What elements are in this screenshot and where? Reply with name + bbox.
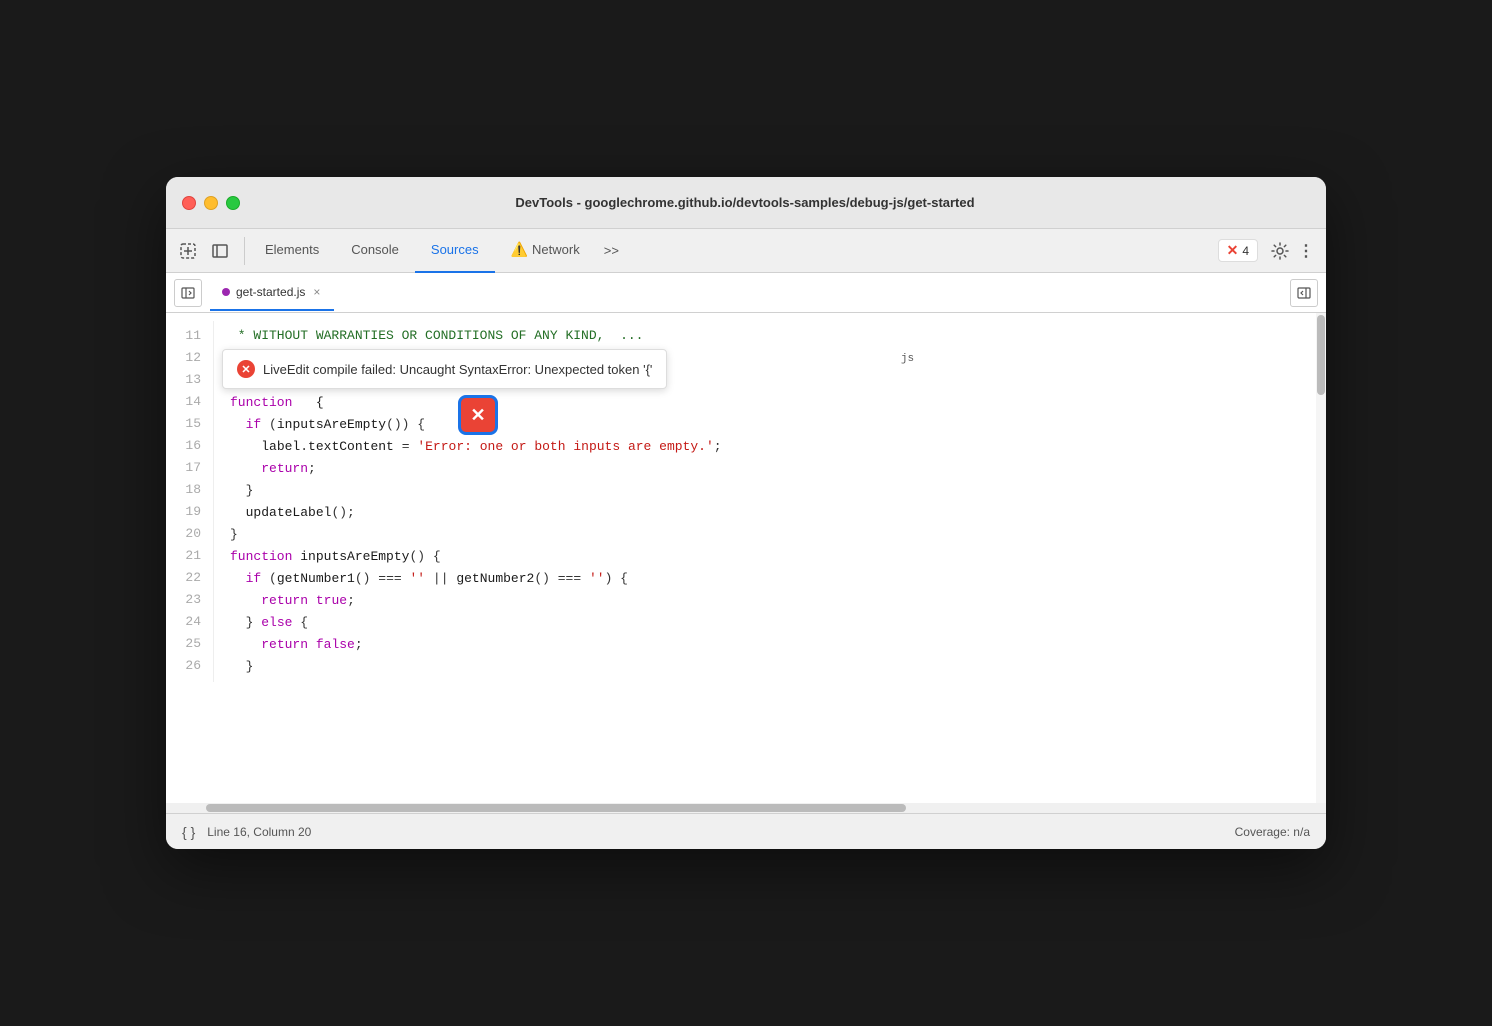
live-edit-error-button[interactable]: ✕ bbox=[458, 395, 498, 435]
tab-console[interactable]: Console bbox=[335, 229, 415, 273]
h-scrollbar-thumb[interactable] bbox=[206, 804, 906, 812]
error-x-icon: ✕ bbox=[1227, 242, 1239, 259]
red-x-symbol: ✕ bbox=[470, 406, 485, 424]
status-bar: { } Line 16, Column 20 Coverage: n/a bbox=[166, 813, 1326, 849]
error-tooltip: ✕ LiveEdit compile failed: Uncaught Synt… bbox=[222, 349, 667, 389]
code-line-18: } bbox=[230, 480, 1310, 502]
code-line-22: if (getNumber1() === '' || getNumber2() … bbox=[230, 568, 1310, 590]
code-line-20: } bbox=[230, 524, 1310, 546]
code-line-23: return true; bbox=[230, 590, 1310, 612]
pretty-print-button[interactable]: { } bbox=[182, 824, 195, 840]
cursor-icon[interactable] bbox=[174, 237, 202, 265]
settings-button[interactable] bbox=[1266, 237, 1294, 265]
code-line-24: } else { bbox=[230, 612, 1310, 634]
devtools-window: DevTools - googlechrome.github.io/devtoo… bbox=[166, 177, 1326, 849]
toolbar-icons bbox=[174, 237, 245, 265]
devtools-tab-bar: Elements Console Sources ⚠️ Network >> ✕… bbox=[166, 229, 1326, 273]
file-tab-name: get-started.js bbox=[236, 285, 305, 299]
code-line-16: label.textContent = 'Error: one or both … bbox=[230, 436, 1310, 458]
collapse-sidebar-button[interactable] bbox=[1290, 279, 1318, 307]
error-badge[interactable]: ✕ 4 bbox=[1218, 239, 1258, 262]
file-tab-bar: get-started.js × bbox=[166, 273, 1326, 313]
coverage-status: Coverage: n/a bbox=[1235, 825, 1310, 839]
code-line-19: updateLabel(); bbox=[230, 502, 1310, 524]
code-line-21: function inputsAreEmpty() { bbox=[230, 546, 1310, 568]
tab-network[interactable]: ⚠️ Network bbox=[495, 229, 596, 273]
dom-inspect-icon[interactable] bbox=[206, 237, 234, 265]
sidebar-toggle-button[interactable] bbox=[174, 279, 202, 307]
warning-icon: ⚠️ bbox=[511, 241, 528, 258]
code-line-25: return false; bbox=[230, 634, 1310, 656]
code-line-15: if (inputsAreEmpty()) { bbox=[230, 414, 1310, 436]
error-message: LiveEdit compile failed: Uncaught Syntax… bbox=[263, 362, 652, 377]
code-line-14: function { bbox=[230, 392, 1310, 414]
horizontal-scrollbar[interactable] bbox=[166, 803, 1326, 813]
window-title: DevTools - googlechrome.github.io/devtoo… bbox=[180, 195, 1310, 210]
cursor-position: Line 16, Column 20 bbox=[207, 825, 1234, 839]
error-count: 4 bbox=[1242, 244, 1249, 258]
error-icon: ✕ bbox=[237, 360, 255, 378]
more-tabs-button[interactable]: >> bbox=[596, 243, 627, 258]
scrollbar-thumb[interactable] bbox=[1317, 315, 1325, 395]
tab-elements[interactable]: Elements bbox=[249, 229, 335, 273]
titlebar: DevTools - googlechrome.github.io/devtoo… bbox=[166, 177, 1326, 229]
file-close-button[interactable]: × bbox=[311, 283, 322, 301]
line-numbers: 11 12 13 14 15 16 17 18 19 20 21 22 23 2… bbox=[166, 321, 214, 682]
file-tab-get-started[interactable]: get-started.js × bbox=[210, 275, 334, 311]
code-line-17: return; bbox=[230, 458, 1310, 480]
code-line-26: } bbox=[230, 656, 1310, 678]
code-editor: ✕ LiveEdit compile failed: Uncaught Synt… bbox=[166, 313, 1326, 803]
code-line-11: * WITHOUT WARRANTIES OR CONDITIONS OF AN… bbox=[230, 325, 1310, 347]
more-options-button[interactable]: ⋮ bbox=[1294, 237, 1318, 265]
vertical-scrollbar[interactable] bbox=[1316, 313, 1326, 803]
file-type-indicator bbox=[222, 288, 230, 296]
tab-sources[interactable]: Sources bbox=[415, 229, 495, 273]
